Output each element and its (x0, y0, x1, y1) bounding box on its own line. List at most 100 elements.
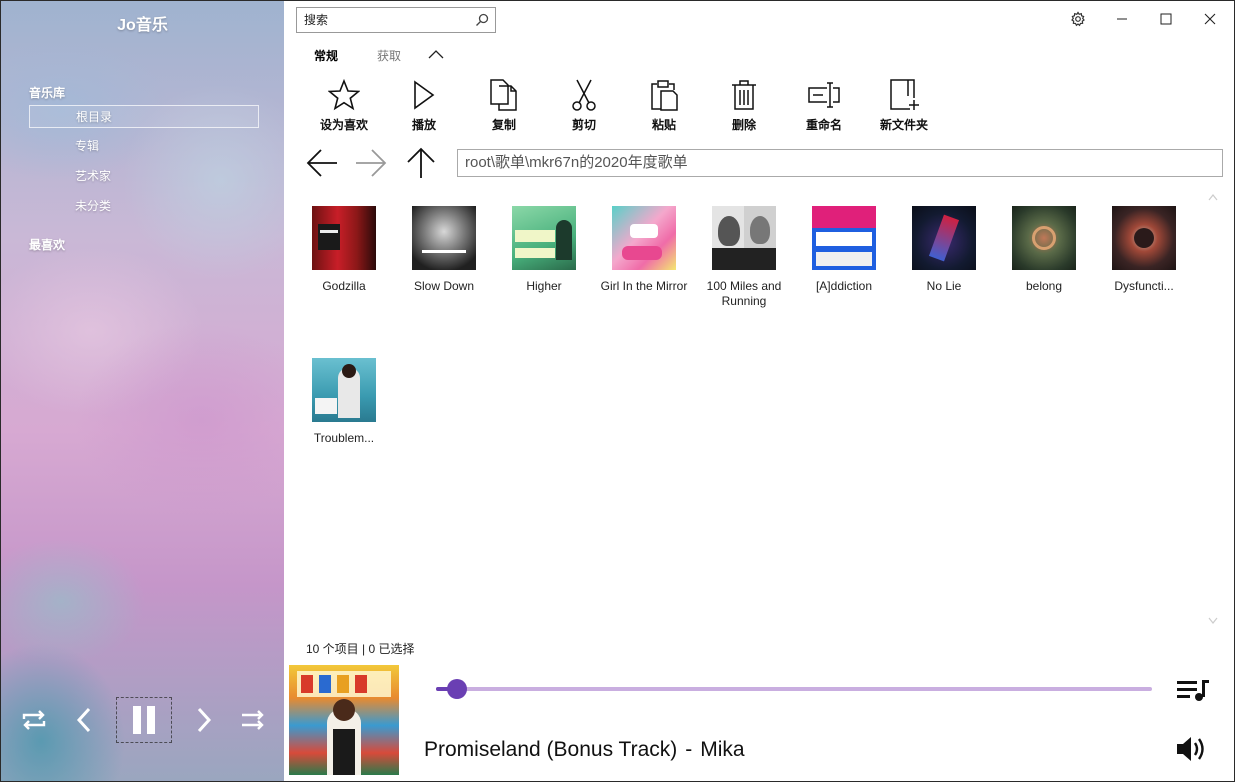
playlist-icon (1177, 680, 1209, 701)
pause-icon (133, 706, 155, 734)
favorite-label: 设为喜欢 (319, 118, 368, 132)
sidebar-item-uncategorized[interactable]: 未分类 (29, 195, 259, 218)
new-folder-label: 新文件夹 (879, 118, 928, 132)
now-playing-cover[interactable] (289, 665, 399, 775)
sidebar-item-root[interactable]: 根目录 (29, 105, 259, 128)
volume-button[interactable] (1174, 731, 1210, 767)
album-cover (1012, 206, 1076, 270)
album-tile-troublemaker[interactable]: Troublem... (294, 353, 394, 446)
collapse-ribbon-button[interactable] (427, 46, 445, 62)
settings-button[interactable] (1056, 1, 1100, 37)
copy-label: 复制 (491, 118, 516, 132)
playlist-button[interactable] (1175, 673, 1211, 709)
now-playing-info: Promiseland (Bonus Track) - Mika (424, 738, 745, 762)
progress-bar[interactable] (436, 687, 1152, 691)
paste-icon (651, 80, 678, 111)
item-name: No Lie (926, 279, 962, 293)
maximize-button[interactable] (1144, 1, 1188, 37)
gear-icon (1071, 11, 1085, 27)
favorites-heading[interactable]: 最喜欢 (29, 236, 65, 253)
album-cover (912, 206, 976, 270)
scroll-up-button[interactable] (1205, 189, 1221, 205)
forward-button[interactable] (351, 143, 391, 183)
album-cover (812, 206, 876, 270)
close-button[interactable] (1188, 1, 1232, 37)
close-icon (1204, 13, 1216, 25)
tab-fetch[interactable]: 获取 (377, 47, 401, 64)
status-text: 10 个项目 | 0 已选择 (306, 642, 415, 656)
minimize-icon (1117, 18, 1127, 20)
copy-button[interactable]: 复制 (464, 78, 544, 136)
chevron-down-icon (1208, 617, 1218, 624)
previous-button[interactable] (67, 697, 101, 743)
album-tile-addiction[interactable]: [A]ddiction (794, 201, 894, 294)
search-button[interactable] (473, 11, 491, 29)
library-heading[interactable]: 音乐库 (29, 84, 65, 101)
cut-label: 剪切 (571, 118, 596, 132)
scissors-icon (572, 79, 596, 111)
album-cover (412, 206, 476, 270)
play-button[interactable]: 播放 (384, 78, 464, 136)
scroll-down-button[interactable] (1205, 613, 1221, 629)
paste-label: 粘贴 (651, 118, 676, 132)
star-icon (328, 79, 360, 111)
address-bar[interactable]: root\歌单\mkr67n的2020年度歌单 (457, 149, 1223, 177)
album-cover (712, 206, 776, 270)
album-tile-girl-in-the-mirror[interactable]: Girl In the Mirror (594, 201, 694, 294)
arrow-up-icon (407, 147, 435, 178)
sidebar-item-artists[interactable]: 艺术家 (29, 165, 259, 188)
pause-button[interactable] (116, 697, 172, 743)
next-button[interactable] (187, 697, 221, 743)
search-input[interactable] (297, 8, 473, 32)
album-tile-godzilla[interactable]: Godzilla (294, 201, 394, 294)
now-playing-separator: - (685, 738, 693, 761)
tab-general[interactable]: 常规 (314, 47, 338, 64)
item-name: 100 Miles and Running (706, 279, 782, 308)
rename-label: 重命名 (805, 118, 842, 132)
item-name: Higher (526, 279, 562, 293)
rename-button[interactable]: 重命名 (784, 78, 864, 136)
repeat-icon (22, 710, 46, 730)
up-button[interactable] (401, 143, 441, 183)
item-name: Troublem... (313, 431, 375, 445)
item-grid: Godzilla Slow Down Higher Girl In the Mi… (294, 201, 1204, 631)
progress-handle[interactable] (447, 679, 468, 699)
new-folder-icon (890, 79, 919, 110)
album-tile-higher[interactable]: Higher (494, 201, 594, 294)
sidebar: Jo音乐 音乐库 根目录 专辑 艺术家 未分类 最喜欢 (1, 1, 284, 781)
item-name: belong (1025, 279, 1063, 293)
album-tile-belong[interactable]: belong (994, 201, 1094, 294)
cut-button[interactable]: 剪切 (544, 78, 624, 136)
now-playing-artist: Mika (700, 738, 745, 761)
delete-label: 删除 (731, 118, 756, 132)
copy-icon (490, 79, 517, 111)
maximize-icon (1160, 13, 1172, 25)
sidebar-item-albums[interactable]: 专辑 (29, 135, 259, 158)
next-icon (197, 707, 212, 733)
album-tile-dysfunctional[interactable]: Dysfuncti... (1094, 201, 1194, 294)
player-controls (1, 697, 284, 743)
item-name: Slow Down (413, 279, 475, 293)
chevron-up-icon (428, 50, 444, 59)
repeat-button[interactable] (15, 697, 53, 743)
delete-button[interactable]: 删除 (704, 78, 784, 136)
arrow-left-icon (306, 149, 337, 177)
chevron-up-icon (1208, 194, 1218, 201)
shuffle-button[interactable] (233, 697, 273, 743)
now-playing-title: Promiseland (Bonus Track) (424, 738, 678, 761)
shuffle-icon (242, 710, 264, 730)
album-tile-slow-down[interactable]: Slow Down (394, 201, 494, 294)
album-tile-100-miles[interactable]: 100 Miles and Running (694, 201, 794, 309)
minimize-button[interactable] (1100, 1, 1144, 37)
back-button[interactable] (302, 143, 342, 183)
favorite-button[interactable]: 设为喜欢 (304, 78, 384, 136)
item-name: [A]ddiction (815, 279, 873, 293)
album-cover (312, 206, 376, 270)
play-icon (414, 80, 435, 110)
album-tile-no-lie[interactable]: No Lie (894, 201, 994, 294)
new-folder-button[interactable]: 新文件夹 (864, 78, 944, 136)
main-panel: 常规 获取 设为喜欢 播放 复制 (284, 1, 1234, 781)
speaker-icon (1177, 737, 1204, 761)
rename-icon (808, 82, 840, 108)
paste-button[interactable]: 粘贴 (624, 78, 704, 136)
